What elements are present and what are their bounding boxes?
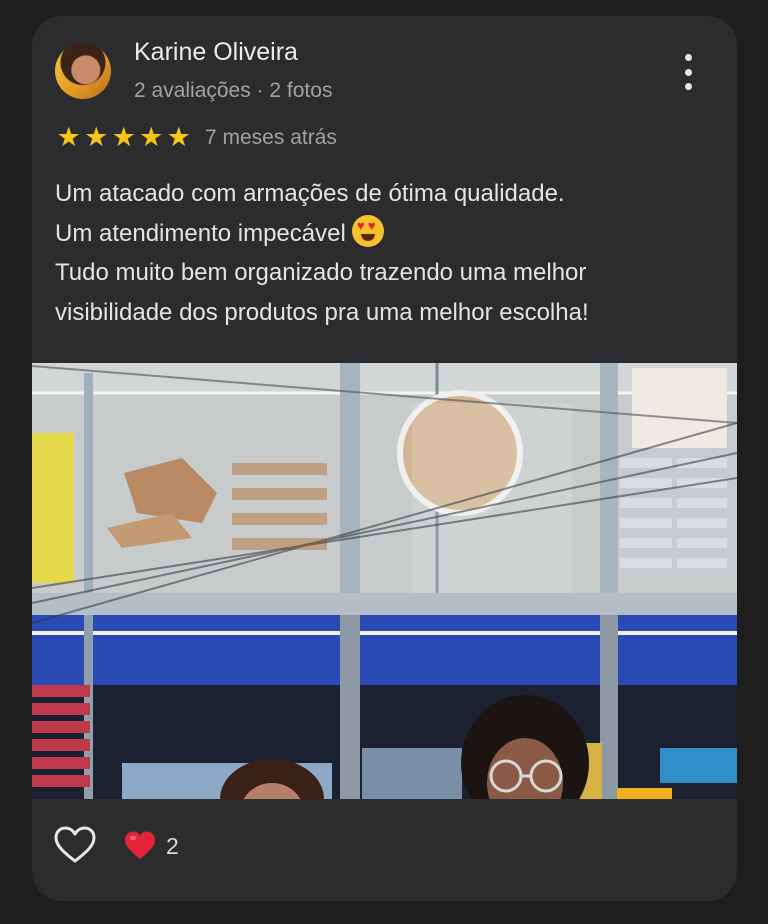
- reaction-count: 2: [166, 833, 179, 859]
- author-name[interactable]: Karine Oliveira: [134, 38, 298, 67]
- review-text-line: visibilidade dos produtos pra uma melhor…: [55, 298, 589, 326]
- more-vert-icon[interactable]: [676, 52, 700, 92]
- red-heart-icon[interactable]: [124, 830, 156, 862]
- star-icon: ★: [166, 122, 191, 152]
- heart-eyes-emoji-icon: [351, 214, 384, 247]
- review-text-line: Um atacado com armações de ótima qualida…: [55, 180, 565, 207]
- star-icon: ★: [139, 122, 164, 152]
- review-text-line-with-emoji: Um atendimento impecável: [55, 214, 715, 254]
- avatar[interactable]: [55, 43, 111, 99]
- review-photo[interactable]: [32, 363, 737, 799]
- review-text: Um atacado com armações de ótima qualida…: [55, 174, 715, 332]
- star-rating: ★ ★ ★ ★ ★: [55, 121, 193, 153]
- review-text-line: Tudo muito bem organizado trazendo uma m…: [55, 259, 587, 286]
- author-meta: 2 avaliações · 2 fotos: [134, 79, 333, 102]
- review-card: Karine Oliveira 2 avaliações · 2 fotos ★…: [32, 16, 737, 901]
- star-icon: ★: [56, 122, 81, 152]
- star-icon: ★: [111, 122, 136, 152]
- star-icon: ★: [84, 122, 109, 152]
- heart-outline-icon[interactable]: [54, 826, 96, 864]
- review-time: 7 meses atrás: [205, 126, 337, 149]
- review-text-line: Um atendimento impecável: [55, 219, 346, 247]
